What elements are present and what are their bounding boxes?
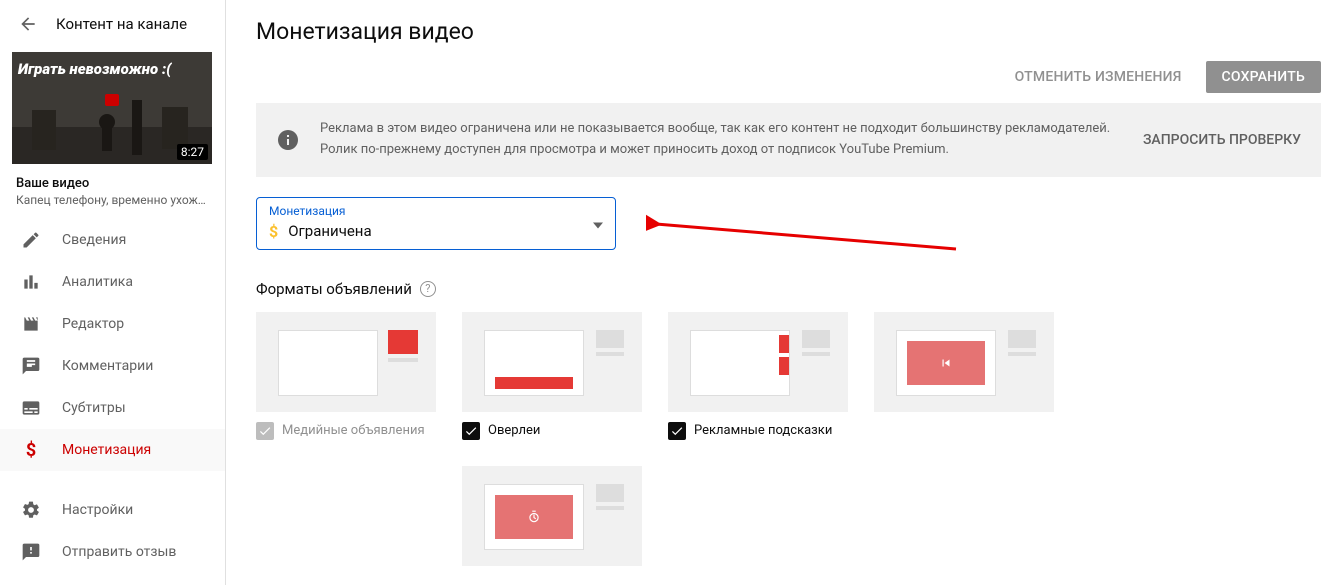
gear-icon: [20, 499, 42, 521]
cancel-button[interactable]: ОТМЕНИТЬ ИЗМЕНЕНИЯ: [999, 61, 1198, 93]
page-title: Монетизация видео: [256, 18, 1321, 45]
request-review-button[interactable]: ЗАПРОСИТЬ ПРОВЕРКУ: [1143, 132, 1301, 148]
select-value: Ограничена: [288, 222, 371, 240]
sidebar-item-label: Редактор: [62, 316, 124, 332]
comments-icon: [20, 355, 42, 377]
thumbnail-text: Играть невозможно :(: [18, 60, 171, 78]
chevron-down-icon: [593, 214, 603, 233]
analytics-icon: [20, 271, 42, 293]
ad-format-skippable[interactable]: [874, 312, 1054, 440]
sidebar-item-label: Настройки: [62, 502, 133, 518]
feedback-icon: [20, 541, 42, 563]
video-thumbnail[interactable]: Играть невозможно :( 8:27: [12, 52, 213, 164]
your-video-heading: Ваше видео: [16, 176, 209, 191]
sidebar-item-analytics[interactable]: Аналитика: [0, 261, 225, 303]
annotation-arrow: [646, 214, 966, 264]
sidebar-item-feedback[interactable]: Отправить отзыв: [0, 531, 225, 573]
ad-format-nonskippable[interactable]: [462, 466, 642, 576]
sidebar-item-label: Монетизация: [62, 442, 151, 458]
sidebar-item-label: Субтитры: [62, 400, 126, 416]
video-subtitle: Капец телефону, временно ухожу ...: [16, 193, 209, 207]
ad-format-label: Медийные объявления: [282, 423, 425, 438]
editor-icon: [20, 313, 42, 335]
sidebar-item-label: Отправить отзыв: [62, 544, 176, 560]
info-banner: Реклама в этом видео ограничена или не п…: [256, 103, 1321, 177]
dollar-icon: $: [20, 439, 42, 461]
ad-format-label: Рекламные подсказки: [694, 423, 832, 438]
video-duration: 8:27: [177, 144, 208, 160]
back-arrow[interactable]: [16, 12, 40, 36]
banner-text: Реклама в этом видео ограничена или не п…: [320, 119, 1123, 161]
monetization-select[interactable]: Монетизация $ Ограничена: [256, 197, 616, 250]
sidebar-item-details[interactable]: Сведения: [0, 219, 225, 261]
info-icon: [276, 128, 300, 152]
formats-heading: Форматы объявлений: [256, 280, 412, 298]
ad-format-overlay[interactable]: Оверлеи: [462, 312, 642, 440]
select-label: Монетизация: [269, 204, 603, 218]
sidebar-title: Контент на канале: [56, 15, 187, 33]
sidebar-item-settings[interactable]: Настройки: [0, 489, 225, 531]
sidebar-item-subtitles[interactable]: Субтитры: [0, 387, 225, 429]
sidebar-item-monetization[interactable]: $ Монетизация: [0, 429, 225, 471]
help-icon[interactable]: ?: [420, 281, 436, 297]
sidebar-item-comments[interactable]: Комментарии: [0, 345, 225, 387]
pencil-icon: [20, 229, 42, 251]
checkbox-display: [256, 422, 274, 440]
checkbox-overlay[interactable]: [462, 422, 480, 440]
ad-format-display[interactable]: Медийные объявления: [256, 312, 436, 440]
ad-format-label: Оверлеи: [488, 423, 540, 438]
sidebar-item-label: Сведения: [62, 232, 126, 248]
checkbox-sponsored[interactable]: [668, 422, 686, 440]
subtitles-icon: [20, 397, 42, 419]
ad-format-sponsored[interactable]: Рекламные подсказки: [668, 312, 848, 440]
sidebar-item-label: Комментарии: [62, 358, 153, 374]
sidebar-item-label: Аналитика: [62, 274, 133, 290]
save-button[interactable]: СОХРАНИТЬ: [1206, 61, 1321, 93]
sidebar-item-editor[interactable]: Редактор: [0, 303, 225, 345]
dollar-status-icon: $: [269, 222, 278, 241]
